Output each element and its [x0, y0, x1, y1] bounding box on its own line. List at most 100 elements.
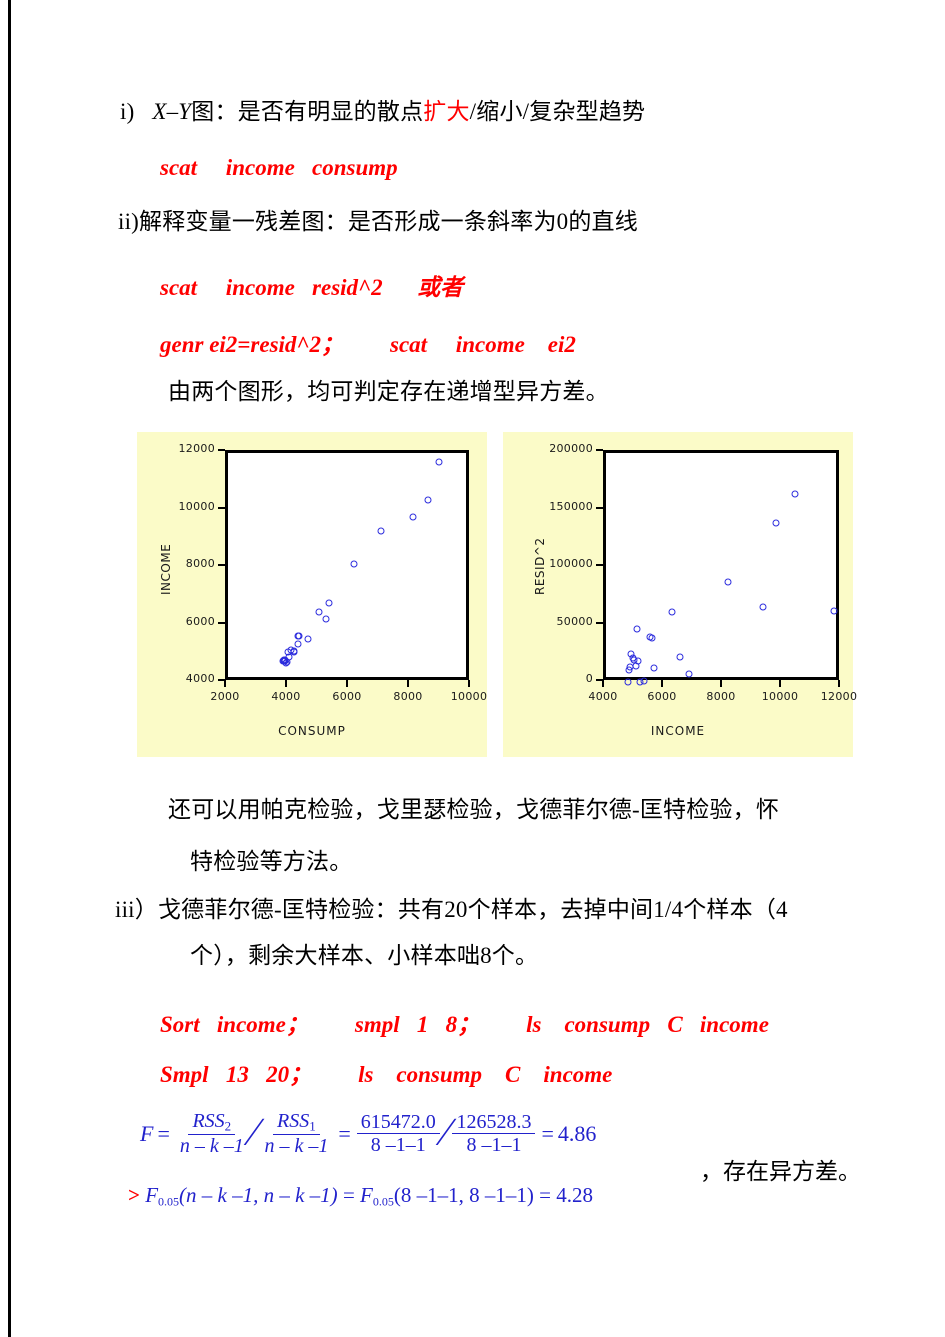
scatter-point: [409, 513, 417, 521]
formula-frac-rss1: RSS1 n – k –1: [260, 1110, 332, 1158]
document-page: i) X–Y图：是否有明显的散点扩大/缩小/复杂型趋势 scat income …: [0, 0, 945, 1337]
x-axis-tick: [468, 680, 470, 687]
command-smpl-13-20: Smpl 13 20； ls consump C income: [160, 1062, 613, 1087]
scatter-point: [634, 657, 642, 665]
chart-right-plot-area: [603, 450, 839, 686]
charts-conclusion-note: 由两个图形，均可判定存在递增型异方差。: [168, 379, 609, 404]
scatter-point: [350, 560, 358, 568]
y-axis-tick-label: 4000: [185, 672, 215, 685]
scatter-point: [640, 677, 648, 685]
fcrit-equals-2: =: [539, 1183, 551, 1207]
x-axis-tick-label: 8000: [706, 690, 736, 703]
y-axis-tick: [596, 449, 603, 451]
scatter-point: [295, 632, 303, 640]
formula-frac-num-126528: 126528.3 8 –1–1: [452, 1111, 536, 1157]
x-axis-tick-label: 4000: [588, 690, 618, 703]
scatter-point: [830, 607, 838, 615]
rss2-label: RSS: [192, 1110, 225, 1132]
formula-rss2-num: RSS2: [188, 1110, 236, 1136]
command-scat-income-resid2: scat income resid^2 或者: [160, 275, 464, 300]
section-i-highlight: 扩大: [423, 99, 470, 124]
fcrit-args-1: (n – k –1, n – k –1): [179, 1183, 338, 1207]
section-i-marker: i): [120, 99, 135, 124]
x-axis-tick: [661, 680, 663, 687]
rss2-sub: 2: [224, 1118, 232, 1134]
y-axis-tick-label: 150000: [549, 499, 593, 513]
scatter-point: [435, 458, 443, 466]
page-left-rule: [8, 0, 11, 1337]
f-critical-value-comparison: > F0.05(n – k –1, n – k –1) = F0.05(8 –1…: [128, 1183, 593, 1210]
scatter-point: [648, 634, 656, 642]
section-iii-line-2: 个），剩余大样本、小样本咄8个。: [190, 943, 539, 968]
x-axis-tick: [838, 680, 840, 687]
fcrit-equals-1: =: [342, 1183, 355, 1207]
fcrit-sub-2: 0.05: [372, 1194, 394, 1209]
chart-right-x-axis-title: INCOME: [650, 724, 706, 738]
x-axis-tick: [602, 680, 604, 687]
formula-F: F: [140, 1120, 154, 1146]
x-axis-tick-label: 6000: [647, 690, 677, 703]
scatter-point: [650, 664, 658, 672]
rss1-label: RSS: [277, 1110, 310, 1132]
fcrit-F-1: F: [145, 1183, 159, 1207]
formula-result: 4.86: [557, 1120, 597, 1146]
math-dash: –: [166, 99, 179, 124]
rss1-sub: 1: [309, 1118, 316, 1134]
x-axis-tick: [720, 680, 722, 687]
formula-126528: 126528.3: [452, 1111, 536, 1135]
x-axis-tick-label: 8000: [393, 690, 423, 703]
y-axis-tick: [596, 621, 603, 624]
section-ii-heading: ii)解释变量一残差图：是否形成一条斜率为0的直线: [118, 209, 638, 234]
scatter-point: [377, 527, 385, 535]
formula-equals-2: =: [338, 1120, 351, 1146]
chart-left-plot-area: [225, 450, 469, 680]
y-axis-tick-label: 100000: [549, 557, 593, 570]
scatter-point: [424, 496, 432, 504]
formula-rss1-num: RSS1: [273, 1110, 320, 1136]
y-axis-tick: [596, 564, 603, 566]
formula-den-8-1-1-a: 8 –1–1: [370, 1134, 426, 1157]
x-axis-tick-label: 4000: [271, 690, 301, 703]
scatter-point: [724, 578, 732, 586]
y-axis-tick: [218, 449, 225, 451]
math-y: Y: [178, 99, 192, 124]
y-axis-tick-label: 6000: [185, 614, 215, 628]
formula-conclusion-text: ，存在异方差。: [700, 1159, 861, 1184]
y-axis-tick-label: 10000: [178, 499, 215, 513]
y-axis-tick: [218, 564, 225, 566]
chart-left-x-axis-title: CONSUMP: [278, 724, 346, 738]
y-axis-tick: [596, 506, 603, 509]
x-axis-tick-label: 6000: [332, 690, 362, 703]
x-axis-tick: [346, 680, 348, 687]
other-tests-line-1: 还可以用帕克检验，戈里瑟检验，戈德菲尔德-匡特检验，怀: [168, 797, 780, 822]
scatter-point: [668, 608, 676, 616]
section-i-heading: i) X–Y图：是否有明显的散点扩大/缩小/复杂型趋势: [120, 100, 645, 123]
scatter-point: [304, 635, 312, 643]
charts-container: INCOME CONSUMP 4000 6000 8000 10000 12000 200…: [137, 432, 857, 757]
fcrit-sub-1: 0.05: [158, 1194, 180, 1209]
y-axis-tick-label: 50000: [556, 614, 593, 628]
scatter-point: [759, 603, 767, 611]
formula-frac-rss2: RSS2 n – k –1: [176, 1110, 248, 1158]
x-axis-tick: [224, 680, 226, 687]
f-statistic-formula: F = RSS2 n – k –1 ∕ RSS1 n – k –1 = 6154…: [140, 1109, 597, 1158]
scatter-point: [325, 599, 333, 607]
chart-income-vs-consump: INCOME CONSUMP 4000 6000 8000 10000 12000 200…: [137, 432, 487, 757]
formula-slash-1: ∕: [250, 1109, 258, 1155]
y-axis-tick-label: 8000: [185, 557, 215, 570]
x-axis-tick-label: 12000: [820, 690, 858, 703]
section-i-text-a: 图：是否有明显的散点: [191, 99, 424, 124]
command-scat-income-consump: scat income consump: [160, 155, 398, 180]
formula-equals-3: =: [541, 1120, 554, 1146]
y-axis-tick-label: 12000: [178, 442, 215, 455]
y-axis-tick-label: 0: [585, 672, 593, 685]
command-sort-smpl-1-8: Sort income； smpl 1 8； ls consump C inco…: [160, 1012, 769, 1037]
formula-den-8-1-1-b: 8 –1–1: [466, 1134, 522, 1157]
section-iii-heading: iii）戈德菲尔德-匡特检验：共有20个样本，去掉中间1/4个样本（4: [115, 897, 788, 922]
other-tests-line-2: 特检验等方法。: [190, 849, 353, 874]
command-genr-ei2: genr ei2=resid^2； scat income ei2: [160, 332, 576, 357]
fcrit-result: 4.28: [556, 1183, 593, 1207]
x-axis-tick-label: 10000: [761, 690, 799, 703]
scatter-point: [791, 490, 799, 498]
x-axis-tick: [285, 680, 287, 687]
